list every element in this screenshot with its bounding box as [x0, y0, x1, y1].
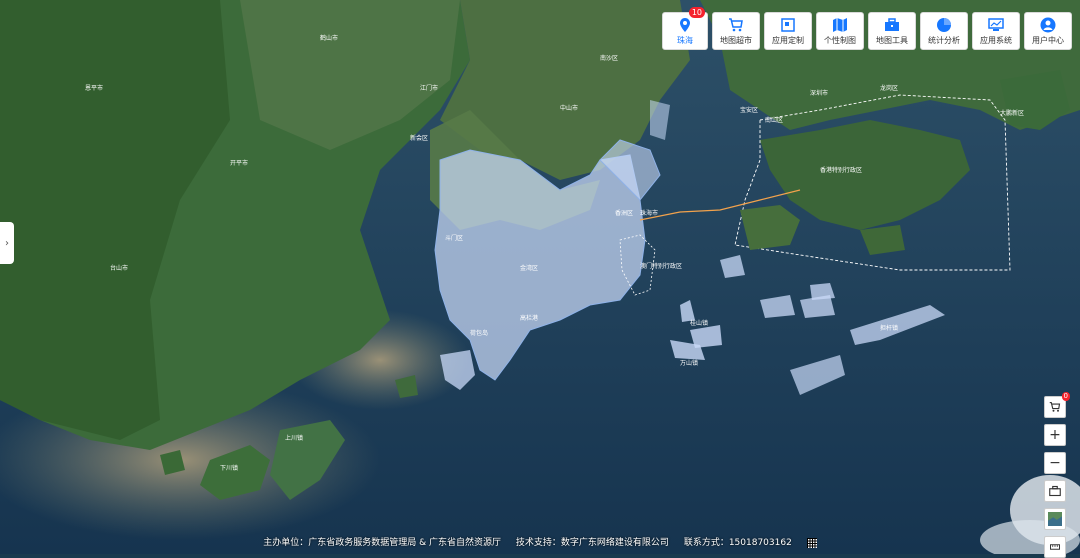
svg-text:珠海市: 珠海市: [640, 209, 658, 217]
svg-text:下川镇: 下川镇: [220, 464, 238, 472]
svg-text:万山镇: 万山镇: [680, 359, 698, 367]
toolbar-user-center-button[interactable]: 用户中心: [1024, 12, 1072, 50]
svg-text:开平市: 开平市: [230, 159, 248, 167]
monitor-icon: [988, 17, 1004, 31]
toolbar-map-market-button[interactable]: 地图超市: [712, 12, 760, 50]
toolbar-label: 应用系统: [980, 35, 1012, 45]
toolbar-map-tools-button[interactable]: 地图工具: [868, 12, 916, 50]
svg-text:宝安区: 宝安区: [740, 106, 758, 114]
toolbar-label: 用户中心: [1032, 35, 1064, 45]
toolbox-icon: [885, 17, 899, 31]
svg-text:江门市: 江门市: [420, 84, 438, 92]
svg-text:担杆镇: 担杆镇: [880, 324, 898, 332]
footer-contact: 联系方式：15018703162: [683, 538, 792, 548]
location-pin-icon: [680, 17, 690, 32]
footer-host: 主办单位：广东省政务服务数据管理局 & 广东省自然资源厅: [263, 538, 502, 548]
map-toolbox-button[interactable]: [1044, 480, 1066, 502]
city-selector-label: 珠海: [677, 35, 693, 45]
svg-text:恩平市: 恩平市: [85, 84, 103, 92]
user-icon: [1040, 17, 1056, 32]
footer: 主办单位：广东省政务服务数据管理局 & 广东省自然资源厅 技术支持：数字广东网络…: [0, 535, 1080, 548]
toolbar-label: 个性制图: [824, 35, 856, 45]
zoom-in-button[interactable]: +: [1044, 424, 1066, 446]
side-panel-toggle[interactable]: ›: [0, 222, 14, 264]
customize-icon: [781, 17, 795, 32]
svg-text:澳门特别行政区: 澳门特别行政区: [640, 262, 682, 270]
cart-count-badge: 0: [1061, 392, 1070, 401]
toolbar-label: 应用定制: [772, 35, 804, 45]
right-map-tools: 0 + −: [1044, 392, 1070, 558]
basemap-switch-button[interactable]: [1044, 508, 1066, 530]
toolbar-app-system-button[interactable]: 应用系统: [972, 12, 1020, 50]
svg-text:桂山镇: 桂山镇: [690, 319, 708, 327]
svg-text:香洲区: 香洲区: [615, 209, 633, 217]
zoom-out-button[interactable]: −: [1044, 452, 1066, 474]
toolbar-app-customize-button[interactable]: 应用定制: [764, 12, 812, 50]
weather-badge: 10: [688, 7, 705, 18]
cart-icon: [729, 17, 743, 31]
footer-tech-support: 技术支持：数字广东网络建设有限公司: [515, 538, 669, 548]
city-selector-button[interactable]: 珠海 10: [662, 7, 708, 50]
svg-text:南山区: 南山区: [765, 116, 783, 124]
svg-text:中山市: 中山市: [560, 104, 578, 112]
svg-text:金湾区: 金湾区: [520, 264, 538, 272]
toolbar-label: 统计分析: [928, 35, 960, 45]
map-cart-button[interactable]: 0: [1044, 392, 1070, 418]
svg-text:上川镇: 上川镇: [285, 434, 303, 442]
svg-text:鹤山市: 鹤山市: [320, 34, 338, 42]
satellite-map[interactable]: 斗门区 金湾区 香洲区 珠海市 中山市 江门市 新会区 南沙区 澳门特别行政区 …: [0, 0, 1080, 554]
svg-text:大鹏新区: 大鹏新区: [1000, 109, 1024, 117]
svg-text:深圳市: 深圳市: [810, 89, 828, 97]
svg-text:荷包岛: 荷包岛: [470, 329, 488, 337]
svg-text:高栏港: 高栏港: [520, 314, 538, 322]
toolbar-label: 地图超市: [720, 35, 752, 45]
toolbar-custom-mapping-button[interactable]: 个性制图: [816, 12, 864, 50]
top-toolbar: 珠海 10 地图超市 应用定制 个性制图 地图工具 统计分析 应用系统 用户中心: [662, 7, 1072, 50]
svg-text:香港特别行政区: 香港特别行政区: [820, 166, 862, 174]
toolbar-statistics-button[interactable]: 统计分析: [920, 12, 968, 50]
svg-text:台山市: 台山市: [110, 264, 128, 272]
map-draw-icon: [833, 17, 847, 32]
svg-text:南沙区: 南沙区: [600, 54, 618, 62]
toolbar-label: 地图工具: [876, 35, 908, 45]
svg-text:斗门区: 斗门区: [445, 234, 463, 242]
toolbox-icon: [1049, 485, 1061, 497]
svg-text:龙岗区: 龙岗区: [880, 84, 898, 92]
svg-text:新会区: 新会区: [410, 134, 428, 142]
basemap-thumbnail-icon: [1048, 512, 1062, 526]
cart-icon: [1049, 401, 1061, 412]
pie-chart-icon: [937, 17, 951, 32]
qr-code-icon[interactable]: [806, 537, 817, 548]
